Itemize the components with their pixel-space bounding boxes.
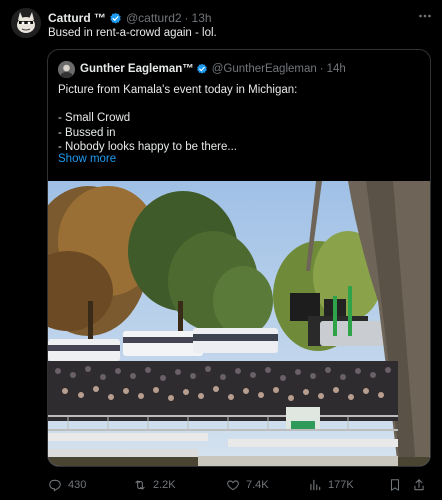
verified-badge-icon: [110, 12, 121, 24]
quoted-tweet-text: Picture from Kamala's event today in Mic…: [58, 83, 418, 154]
quoted-text-line: [58, 97, 418, 111]
views-count: 177K: [328, 479, 354, 491]
like-button[interactable]: 7.4K: [226, 476, 269, 494]
separator-dot: ·: [184, 11, 189, 25]
heart-icon: [227, 480, 239, 491]
tweet-text: Bused in rent-a-crowd again - lol.: [48, 27, 217, 39]
reply-icon: [49, 479, 61, 492]
ellipsis-icon[interactable]: [418, 8, 432, 24]
share-button[interactable]: [412, 476, 432, 494]
author-name[interactable]: Catturd ™: [48, 11, 106, 25]
bookmark-button[interactable]: [388, 476, 408, 494]
bookmark-icon: [390, 479, 400, 491]
quoted-author-handle: @GuntherEagleman: [211, 63, 317, 75]
reply-count: 430: [68, 479, 87, 491]
author-avatar[interactable]: [11, 8, 41, 38]
tweet-header: Catturd ™ @catturd2 · 13h: [48, 9, 432, 27]
repost-icon: [135, 480, 145, 490]
views-chart-icon: [310, 479, 321, 491]
quoted-text-line: - Small Crowd: [58, 112, 131, 125]
quoted-text-line: - Bussed in: [58, 126, 116, 139]
share-icon: [414, 479, 424, 491]
quoted-author-avatar: [58, 60, 75, 78]
show-more-link[interactable]: Show more: [58, 153, 116, 165]
quoted-text-line: - Nobody looks happy to be there...: [58, 140, 237, 153]
tweet-photo[interactable]: [48, 181, 430, 466]
separator-dot: ·: [319, 63, 324, 75]
views-button[interactable]: 177K: [308, 476, 354, 494]
tweet-timestamp[interactable]: 13h: [192, 11, 212, 25]
quoted-tweet[interactable]: Gunther Eagleman™ @GuntherEagleman · 14h…: [47, 49, 431, 467]
reply-button[interactable]: 430: [48, 476, 86, 494]
repost-count: 2.2K: [153, 479, 176, 491]
quoted-tweet-timestamp: 14h: [326, 63, 346, 75]
quoted-tweet-header: Gunther Eagleman™ @GuntherEagleman · 14h: [58, 60, 346, 78]
tweet[interactable]: Catturd ™ @catturd2 · 13h Bused in rent-…: [0, 0, 442, 500]
verified-badge-icon: [196, 63, 207, 74]
author-handle[interactable]: @catturd2: [126, 11, 182, 25]
tweet-actions: 430 2.2K 7.4K 177K: [48, 476, 432, 494]
quoted-author-name: Gunther Eagleman™: [80, 63, 194, 75]
repost-button[interactable]: 2.2K: [133, 476, 176, 494]
quoted-text-line: Picture from Kamala's event today in Mic…: [58, 84, 298, 96]
like-count: 7.4K: [246, 479, 269, 491]
